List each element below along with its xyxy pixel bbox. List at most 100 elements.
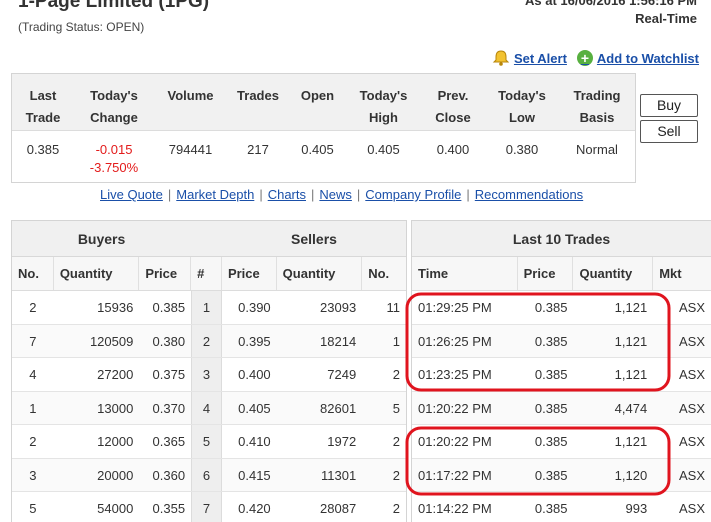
nav-news[interactable]: News	[319, 187, 352, 202]
seller-quantity: 1972	[327, 434, 357, 449]
trade-price: 0.385	[534, 333, 568, 349]
trade-time: 01:14:22 PM	[418, 501, 492, 516]
change-percent: -3.750%	[89, 160, 139, 175]
header-trading-basis: Trading Basis	[573, 88, 621, 125]
col-seller-price: Price	[222, 257, 277, 290]
sell-button[interactable]: Sell	[640, 120, 698, 143]
bell-icon	[492, 50, 510, 66]
depth-level-index: 4	[191, 391, 222, 424]
depth-row: 2 12000 0.365 5 0.410 1972 2	[12, 425, 406, 459]
depth-row: 4 27200 0.375 3 0.400 7249 2	[12, 358, 406, 392]
change-absolute: -0.015	[95, 142, 133, 157]
depth-section-header: Buyers Sellers	[12, 221, 406, 257]
trade-quantity: 1,121	[614, 367, 648, 382]
depth-level-index: 1	[191, 291, 222, 324]
quote-summary-table: Last Trade Today's Change Volume Trades …	[11, 73, 636, 183]
trade-quantity: 1,121	[614, 434, 648, 449]
seller-count: 2	[392, 434, 400, 449]
header-todays-change: Today's Change	[90, 88, 138, 125]
seller-count: 2	[392, 467, 400, 483]
trade-time: 01:20:22 PM	[418, 434, 492, 449]
seller-count: 5	[392, 400, 400, 416]
buyer-price: 0.385	[152, 300, 186, 315]
nav-live-quote[interactable]: Live Quote	[100, 187, 163, 202]
trade-price: 0.385	[534, 300, 568, 315]
nav-separator: |	[466, 187, 470, 202]
sellers-title: Sellers	[291, 231, 337, 247]
buyer-price: 0.365	[152, 434, 186, 449]
as-at-timestamp: As at 16/06/2016 1:56:16 PM	[525, 0, 697, 8]
buyers-title: Buyers	[77, 231, 126, 247]
trade-market: ASX	[678, 434, 705, 449]
col-buyer-quantity: Quantity	[54, 257, 140, 290]
col-buyer-no: No.	[12, 257, 54, 290]
buyer-count: 7	[29, 333, 37, 349]
prev-close-value: 0.400	[436, 142, 470, 157]
depth-row: 2 15936 0.385 1 0.390 23093 11	[12, 291, 406, 325]
stock-title: 1-Page Limited (1PG)	[18, 0, 210, 12]
buyer-price: 0.375	[152, 367, 186, 382]
nav-separator: |	[167, 187, 172, 202]
buyer-count: 2	[29, 300, 37, 315]
nav-company-profile[interactable]: Company Profile	[365, 187, 461, 202]
trading-status: (Trading Status: OPEN)	[18, 20, 145, 34]
trades-section-header: Last 10 Trades	[412, 221, 711, 257]
depth-row: 5 54000 0.355 7 0.420 28087 2	[12, 492, 406, 522]
quote-header-row: Last Trade Today's Change Volume Trades …	[12, 74, 635, 131]
trade-quantity: 1,120	[614, 467, 648, 483]
buyer-price: 0.370	[152, 400, 186, 416]
seller-price: 0.420	[238, 501, 271, 516]
buyer-count: 3	[29, 467, 37, 483]
seller-quantity: 18214	[320, 333, 357, 349]
seller-quantity: 23093	[320, 300, 357, 315]
last-trades-title: Last 10 Trades	[512, 231, 611, 247]
header-todays-high: Today's High	[359, 88, 408, 125]
header-todays-low: Today's Low	[498, 88, 546, 125]
trade-row: 01:17:22 PM 0.385 1,120 ASX	[412, 458, 711, 492]
trade-time: 01:20:22 PM	[418, 400, 492, 416]
add-to-watchlist-link[interactable]: + Add to Watchlist	[576, 50, 699, 66]
todays-change-value: -0.015 -3.750%	[74, 131, 154, 182]
trades-column-headers: Time Price Quantity Mkt	[412, 257, 711, 291]
buyer-quantity: 12000	[97, 434, 134, 449]
trade-row: 01:14:22 PM 0.385 993 ASX	[412, 492, 711, 522]
trade-price: 0.385	[534, 501, 568, 516]
trade-row: 01:20:22 PM 0.385 1,121 ASX	[412, 425, 711, 459]
trade-row: 01:23:25 PM 0.385 1,121 ASX	[412, 358, 711, 392]
open-value: 0.405	[301, 142, 334, 157]
set-alert-link[interactable]: Set Alert	[492, 50, 567, 66]
buy-button[interactable]: Buy	[640, 94, 698, 117]
seller-quantity: 28087	[320, 501, 357, 516]
depth-row: 3 20000 0.360 6 0.415 11301 2	[12, 458, 406, 492]
header-trades: Trades	[237, 88, 279, 103]
last-trade-value: 0.385	[26, 142, 60, 157]
nav-charts[interactable]: Charts	[268, 187, 306, 202]
depth-level-index: 2	[191, 324, 222, 357]
depth-level-index: 7	[191, 492, 222, 522]
add-to-watchlist-label: Add to Watchlist	[596, 50, 699, 66]
seller-price: 0.395	[238, 333, 271, 349]
col-buyer-price: Price	[139, 257, 192, 290]
buyer-price: 0.355	[152, 501, 186, 516]
seller-price: 0.400	[238, 367, 271, 382]
col-trade-market: Mkt	[659, 266, 682, 281]
nav-recommendations[interactable]: Recommendations	[475, 187, 583, 202]
trade-row: 01:26:25 PM 0.385 1,121 ASX	[412, 324, 711, 358]
depth-hash-spacer	[191, 221, 222, 256]
plus-icon: +	[576, 50, 593, 66]
trade-market: ASX	[678, 333, 705, 349]
buyer-quantity: 54000	[97, 501, 134, 516]
col-level-index: #	[191, 257, 222, 290]
depth-row: 7 120509 0.380 2 0.395 18214 1	[12, 324, 406, 358]
set-alert-label: Set Alert	[513, 50, 567, 66]
buyer-price: 0.360	[152, 467, 186, 483]
nav-market-depth[interactable]: Market Depth	[176, 187, 254, 202]
buyer-count: 5	[29, 501, 37, 516]
buyer-quantity: 27200	[97, 367, 134, 382]
trade-quantity: 993	[625, 501, 648, 516]
high-value: 0.405	[367, 142, 400, 157]
depth-level-index: 6	[191, 458, 222, 491]
seller-price: 0.410	[238, 434, 271, 449]
buyer-count: 2	[29, 434, 37, 449]
trades-value: 217	[247, 142, 269, 157]
